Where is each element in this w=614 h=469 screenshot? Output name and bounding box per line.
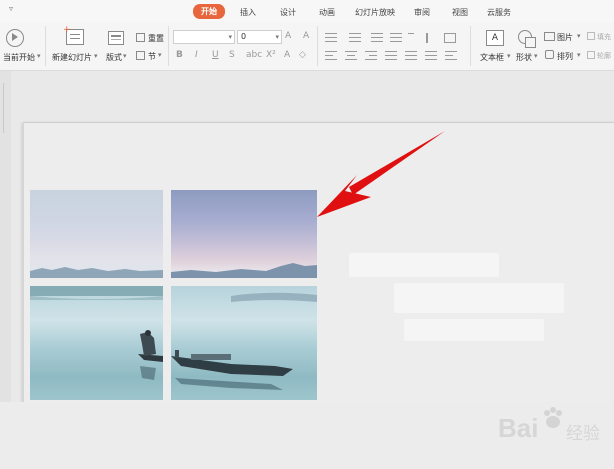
tab-cloud[interactable]: 云服务 [487, 6, 511, 20]
tab-design[interactable]: 设计 [280, 6, 296, 20]
shadow-icon[interactable]: S [229, 50, 235, 60]
mountain-silhouette [30, 267, 163, 278]
chevron-down-icon[interactable]: ▾ [228, 31, 232, 43]
chevron-down-icon[interactable]: ▾ [577, 51, 581, 59]
image-tile-top-left[interactable] [30, 190, 163, 278]
font-name-combo[interactable]: ▾ [173, 30, 235, 44]
layout-button[interactable]: 版式 [106, 52, 122, 63]
chevron-down-icon[interactable]: ▾ [37, 52, 41, 60]
boat-illustration [30, 286, 163, 380]
align-icons[interactable] [325, 50, 465, 62]
fill-icon[interactable] [587, 32, 595, 40]
watermark: Bai 经验 [498, 407, 610, 455]
chevron-down-icon[interactable]: ▿ [9, 4, 13, 13]
section-icon[interactable] [136, 51, 145, 60]
arrange-icon[interactable] [545, 50, 554, 59]
paw-icon [544, 407, 562, 428]
chevron-down-icon[interactable]: ▾ [94, 52, 98, 60]
tab-review[interactable]: 审阅 [414, 6, 430, 20]
red-arrow-annotation [317, 131, 445, 217]
reset-button[interactable]: 重置 [148, 33, 164, 44]
chevron-down-icon[interactable]: ▾ [577, 32, 581, 40]
tab-home[interactable]: 开始 [193, 4, 225, 19]
font-color-icon[interactable]: A [284, 50, 290, 60]
outline-button[interactable]: 轮廓 [597, 51, 611, 61]
thumbnail-pane[interactable] [0, 71, 11, 402]
tab-insert[interactable]: 插入 [240, 6, 256, 20]
from-current-button[interactable]: 当前开始 [3, 52, 35, 63]
image-tile-bottom-right[interactable] [171, 286, 317, 400]
outline-icon[interactable] [587, 51, 595, 59]
shape-icon[interactable] [518, 30, 536, 48]
italic-icon[interactable]: I [195, 50, 198, 60]
watermark-suffix: 经验 [566, 424, 600, 444]
clear-format-icon[interactable]: ◇ [299, 50, 306, 60]
image-tile-bottom-left[interactable] [30, 286, 163, 400]
font-size-value: 0 [241, 32, 247, 41]
underline-icon[interactable]: U [212, 50, 219, 60]
layout-icon[interactable] [108, 31, 124, 45]
pane-divider [3, 83, 4, 133]
strikethrough-icon[interactable]: abc [246, 50, 262, 60]
tab-animation[interactable]: 动画 [319, 6, 335, 20]
ribbon-toolbar: 当前开始 ▾ + 新建幻灯片 ▾ 版式 ▾ 重置 节 ▾ ▾ 0 ▾ A A B… [0, 22, 614, 71]
tab-slideshow[interactable]: 幻灯片放映 [355, 6, 395, 20]
play-icon[interactable] [6, 29, 24, 47]
picture-icon[interactable] [544, 32, 555, 41]
placeholder-ghost [349, 253, 499, 277]
new-slide-icon[interactable]: + [63, 26, 84, 45]
arrange-button[interactable]: 排列 [557, 51, 573, 62]
text-box-button[interactable]: 文本框 [480, 52, 504, 63]
font-size-combo[interactable]: 0 ▾ [237, 30, 282, 44]
picture-button[interactable]: 图片 [557, 32, 573, 43]
superscript-icon[interactable]: X² [266, 50, 276, 60]
text-box-icon[interactable]: A [486, 30, 504, 46]
shrink-font-icon[interactable]: A [303, 31, 309, 41]
mountain-silhouette [171, 263, 317, 278]
chevron-down-icon[interactable]: ▾ [158, 51, 162, 59]
boat-illustration [171, 292, 317, 390]
chevron-down-icon[interactable]: ▾ [534, 52, 538, 60]
image-tile-top-right[interactable] [171, 190, 317, 278]
indent-icons[interactable] [390, 31, 460, 43]
watermark-brand: Bai [498, 413, 539, 443]
menu-bar: ▿ 开始 插入 设计 动画 幻灯片放映 审阅 视图 云服务 [0, 0, 614, 22]
placeholder-ghost [404, 319, 544, 341]
shape-button[interactable]: 形状 [516, 52, 532, 63]
fill-button[interactable]: 填充 [597, 32, 611, 42]
chevron-down-icon[interactable]: ▾ [123, 52, 127, 60]
bold-icon[interactable]: B [176, 50, 183, 60]
chevron-down-icon[interactable]: ▾ [507, 52, 511, 60]
list-icons[interactable] [325, 31, 385, 43]
tab-view[interactable]: 视图 [452, 6, 468, 20]
new-slide-button[interactable]: 新建幻灯片 [52, 52, 92, 63]
section-button[interactable]: 节 [148, 51, 156, 62]
placeholder-ghost [394, 283, 564, 313]
chevron-down-icon[interactable]: ▾ [275, 31, 279, 43]
reset-icon[interactable] [136, 33, 145, 42]
slide-canvas[interactable] [23, 122, 614, 402]
grow-font-icon[interactable]: A [285, 31, 291, 41]
